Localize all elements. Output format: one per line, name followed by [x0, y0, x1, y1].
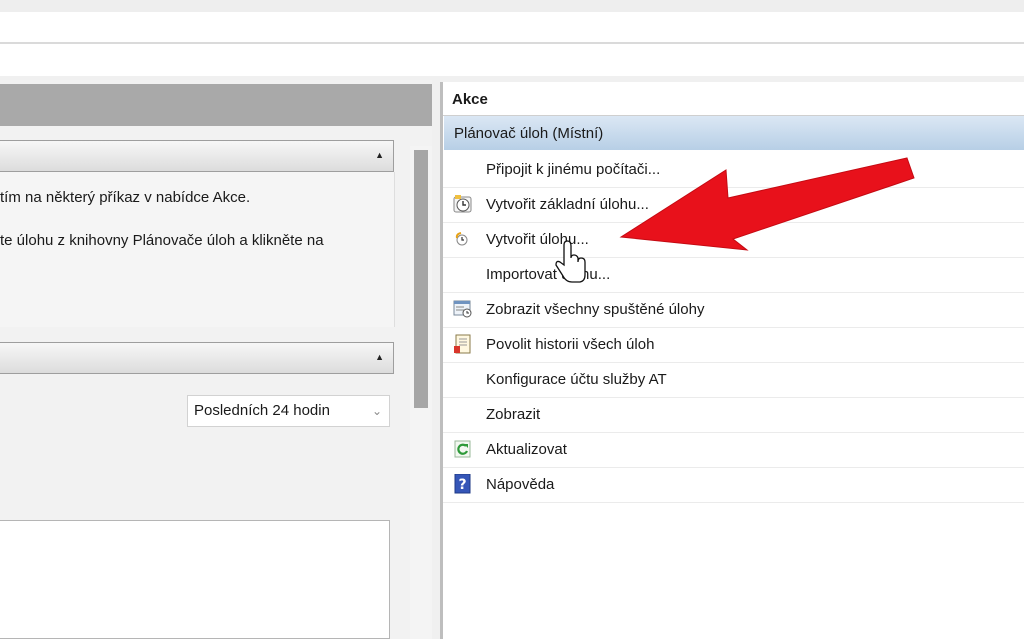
toolbar — [0, 44, 1024, 76]
action-refresh[interactable]: Aktualizovat — [443, 433, 1024, 468]
window-top-strip — [0, 0, 1024, 12]
menu-bar — [0, 12, 1024, 44]
action-help[interactable]: ? Nápověda — [443, 468, 1024, 503]
action-connect-computer[interactable]: Připojit k jinému počítači... — [443, 153, 1024, 188]
section-overview-body: tím na některý příkaz v nabídce Akce. te… — [0, 172, 395, 327]
action-create-basic-task[interactable]: Vytvořit základní úlohu... — [443, 188, 1024, 223]
action-label: Zobrazit všechny spuštěné úlohy — [486, 301, 705, 318]
task-status-list[interactable] — [0, 520, 390, 639]
task-icon — [455, 232, 468, 246]
action-enable-history[interactable]: Povolit historii všech úloh — [443, 328, 1024, 363]
action-label: Vytvořit úlohu... — [486, 231, 589, 248]
action-import-task[interactable]: Importovat úlohu... — [443, 258, 1024, 293]
action-label: Povolit historii všech úloh — [486, 336, 655, 353]
actions-group-task-scheduler[interactable]: Plánovač úloh (Místní) — [444, 116, 1024, 150]
section-header-overview[interactable]: ▲ — [0, 140, 394, 172]
section-header-status[interactable]: ▲ — [0, 342, 394, 374]
time-range-value: Posledních 24 hodin — [194, 402, 330, 419]
svg-text:?: ? — [458, 477, 466, 493]
pane-header — [0, 84, 432, 126]
action-show-running-tasks[interactable]: Zobrazit všechny spuštěné úlohy — [443, 293, 1024, 328]
main-pane: ▲ tím na některý příkaz v nabídce Akce. … — [0, 80, 432, 639]
actions-title: Akce — [443, 82, 1024, 116]
action-label: Aktualizovat — [486, 441, 567, 458]
running-tasks-icon — [453, 300, 472, 318]
scrollbar-thumb[interactable] — [414, 150, 428, 408]
actions-pane: Akce Plánovač úloh (Místní) Připojit k j… — [440, 82, 1024, 639]
chevron-down-icon: ⌄ — [371, 404, 382, 418]
help-icon: ? — [454, 474, 471, 494]
clock-wizard-icon — [453, 195, 472, 213]
action-configure-at-account[interactable]: Konfigurace účtu služby AT — [443, 363, 1024, 398]
action-create-task[interactable]: Vytvořit úlohu... — [443, 223, 1024, 258]
action-label: Konfigurace účtu služby AT — [486, 371, 667, 388]
time-range-select[interactable]: Posledních 24 hodin ⌄ — [187, 395, 390, 427]
collapse-icon[interactable]: ▲ — [375, 352, 384, 362]
action-label: Nápověda — [486, 476, 555, 493]
action-label: Připojit k jinému počítači... — [486, 161, 661, 178]
collapse-icon[interactable]: ▲ — [375, 150, 384, 160]
action-label: Importovat úlohu... — [486, 266, 611, 283]
history-icon — [454, 334, 471, 354]
action-label: Zobrazit — [486, 406, 541, 423]
description-line: tím na některý příkaz v nabídce Akce. — [0, 189, 251, 206]
action-view[interactable]: Zobrazit — [443, 398, 1024, 433]
action-label: Vytvořit základní úlohu... — [486, 196, 649, 213]
refresh-icon — [454, 440, 471, 458]
description-line: te úlohu z knihovny Plánovače úloh a kli… — [0, 232, 324, 249]
